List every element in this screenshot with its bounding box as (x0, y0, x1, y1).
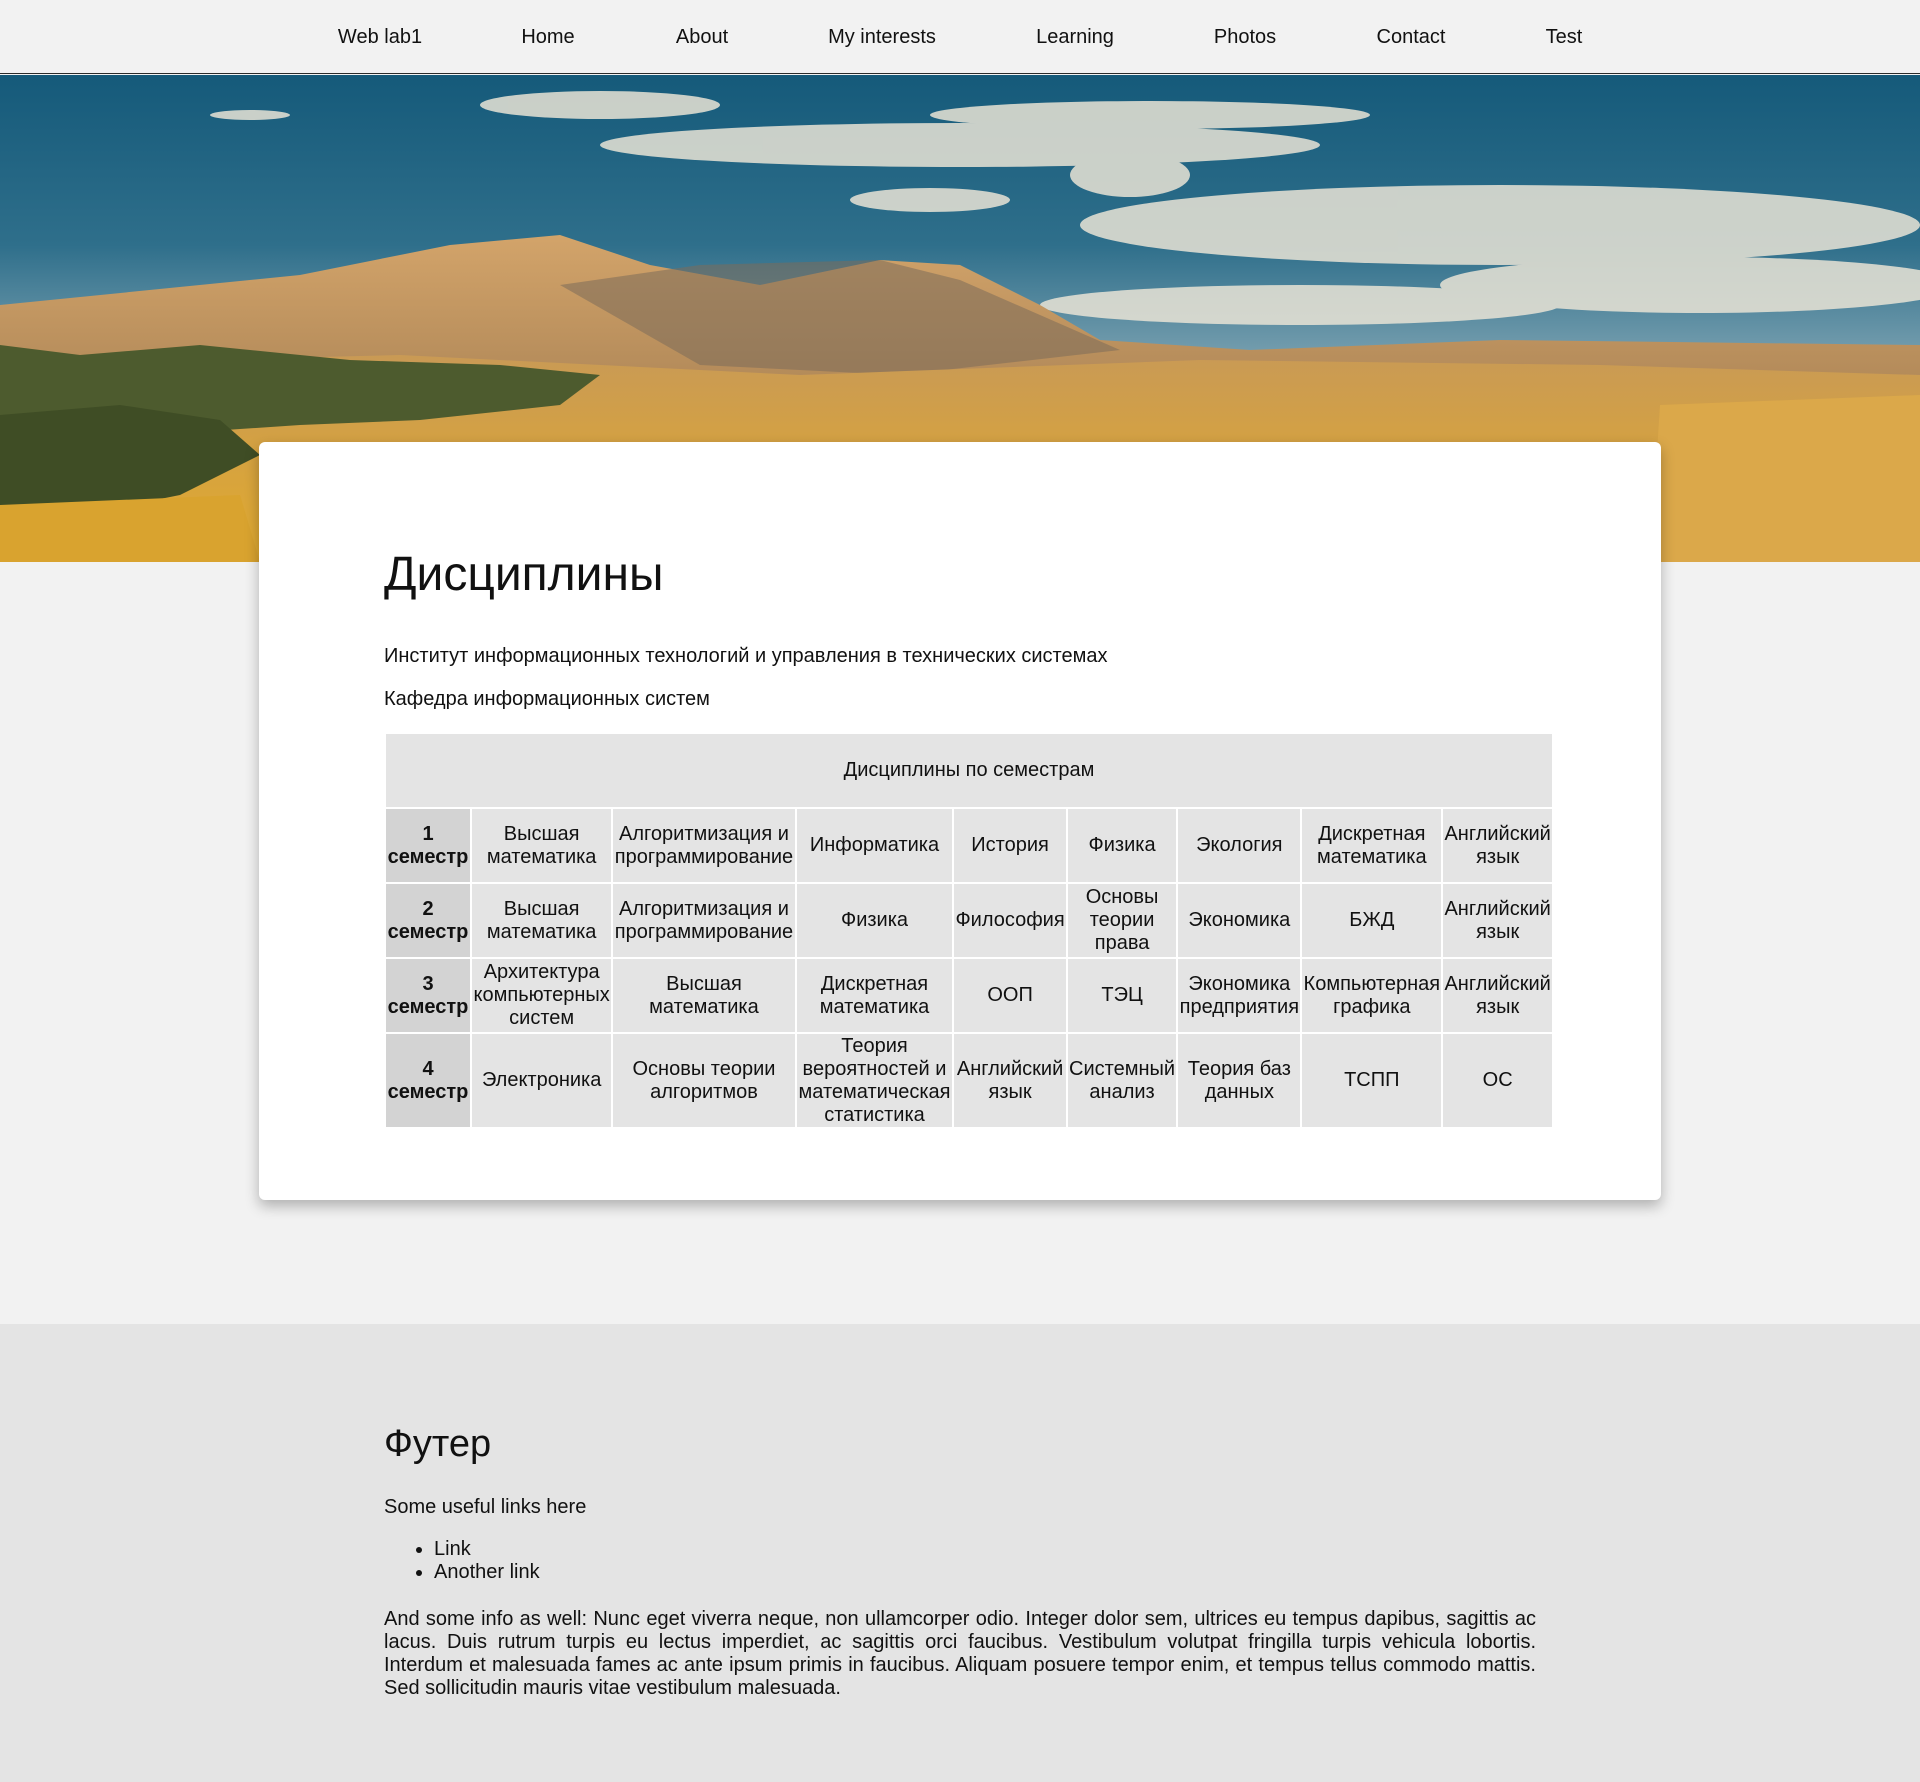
discipline-cell: Высшая математика (472, 809, 612, 882)
discipline-cell: Дискретная математика (796, 959, 953, 1032)
discipline-cell: Экономика (1178, 884, 1301, 957)
nav-brand-link[interactable]: Web lab1 (338, 0, 422, 74)
nav-link-my-interests[interactable]: My interests (828, 0, 936, 74)
discipline-cell: Английский язык (1443, 809, 1552, 882)
discipline-cell: Компьютерная графика (1302, 959, 1442, 1032)
discipline-cell: Английский язык (1443, 959, 1552, 1032)
discipline-cell: ТСПП (1302, 1034, 1442, 1127)
discipline-cell: Электроника (472, 1034, 612, 1127)
discipline-cell: Теория вероятностей и математическая ста… (796, 1034, 953, 1127)
department-text: Кафедра информационных систем (384, 688, 710, 710)
nav-link-test[interactable]: Test (1546, 0, 1583, 74)
footer-link-another[interactable]: Another link (434, 1561, 540, 1583)
discipline-cell: Алгоритмизация и программирование (613, 884, 795, 957)
content-card: Дисциплины Институт информационных техно… (259, 442, 1661, 1200)
semester-header-cell: 4 семестр (386, 1034, 470, 1127)
footer-link-item: Link (434, 1538, 540, 1561)
discipline-cell: Высшая математика (472, 884, 612, 957)
discipline-cell: Высшая математика (613, 959, 795, 1032)
nav-link-about[interactable]: About (676, 0, 728, 74)
nav-link-contact[interactable]: Contact (1377, 0, 1446, 74)
footer-link-item: Another link (434, 1561, 540, 1584)
table-row: 1 семестр Высшая математика Алгоритмизация… (386, 809, 1552, 882)
footer: Футер Some useful links here Link Anothe… (0, 1324, 1920, 1782)
discipline-cell: Экономика предприятия (1178, 959, 1301, 1032)
footer-subtitle: Some useful links here (384, 1496, 587, 1518)
footer-links-list: Link Another link (384, 1538, 540, 1584)
discipline-cell: Архитектура компьютерных систем (472, 959, 612, 1032)
discipline-cell: Теория баз данных (1178, 1034, 1301, 1127)
nav-link-home[interactable]: Home (521, 0, 574, 74)
discipline-cell: Экология (1178, 809, 1301, 882)
table-row: 4 семестр Электроника Основы теории алгори… (386, 1034, 1552, 1127)
discipline-cell: Основы теории права (1067, 884, 1177, 957)
disciplines-table: Дисциплины по семестрам 1 семестр Высшая … (384, 732, 1554, 1129)
discipline-cell: Информатика (796, 809, 953, 882)
semester-header-cell: 1 семестр (386, 809, 470, 882)
footer-info-text: And some info as well: Nunc eget viverra… (384, 1608, 1536, 1699)
discipline-cell: Философия (954, 884, 1066, 957)
table-row: 3 семестр Архитектура компьютерных систем… (386, 959, 1552, 1032)
discipline-cell: Физика (1067, 809, 1177, 882)
discipline-cell: ТЭЦ (1067, 959, 1177, 1032)
semester-header-cell: 2 семестр (386, 884, 470, 957)
semester-header-cell: 3 семестр (386, 959, 470, 1032)
discipline-cell: Основы теории алгоритмов (613, 1034, 795, 1127)
footer-link[interactable]: Link (434, 1538, 471, 1560)
nav-link-photos[interactable]: Photos (1214, 0, 1276, 74)
discipline-cell: Физика (796, 884, 953, 957)
discipline-cell: Дискретная математика (1302, 809, 1442, 882)
discipline-cell: Английский язык (1443, 884, 1552, 957)
footer-title: Футер (384, 1423, 492, 1465)
page-title: Дисциплины (384, 548, 664, 601)
discipline-cell: Алгоритмизация и программирование (613, 809, 795, 882)
table-caption: Дисциплины по семестрам (386, 734, 1552, 807)
table-row: 2 семестр Высшая математика Алгоритмизация… (386, 884, 1552, 957)
discipline-cell: Системный анализ (1067, 1034, 1177, 1127)
discipline-cell: История (954, 809, 1066, 882)
discipline-cell: ОС (1443, 1034, 1552, 1127)
discipline-cell: Английский язык (954, 1034, 1066, 1127)
discipline-cell: БЖД (1302, 884, 1442, 957)
discipline-cell: ООП (954, 959, 1066, 1032)
top-navbar: Web lab1 Home About My interests Learnin… (0, 0, 1920, 74)
nav-link-learning[interactable]: Learning (1036, 0, 1114, 74)
institute-text: Институт информационных технологий и упр… (384, 645, 1108, 667)
